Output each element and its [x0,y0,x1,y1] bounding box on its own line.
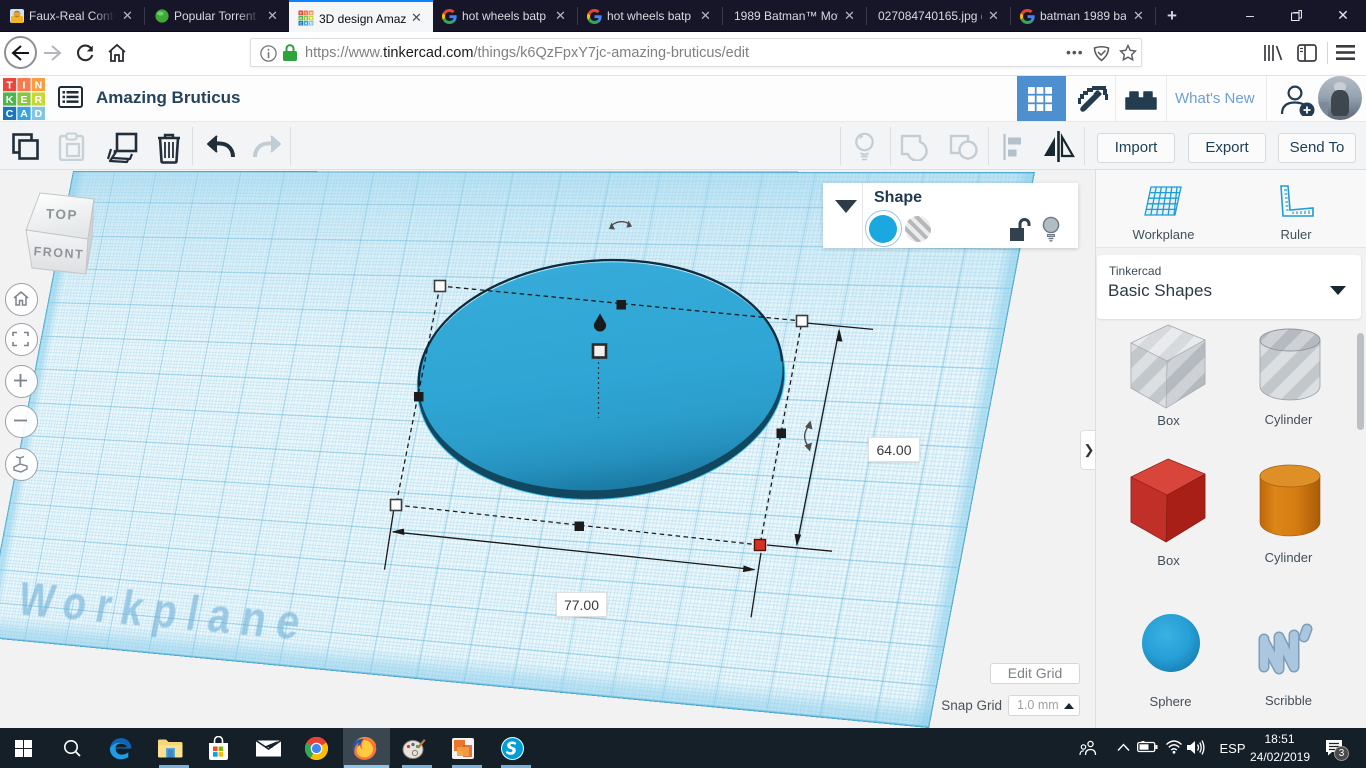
svg-text:A: A [305,21,308,25]
svg-text:I: I [23,79,26,91]
svg-text:K: K [299,16,302,20]
svg-text:R: R [35,94,43,106]
svg-text:A: A [20,108,28,120]
svg-text:C: C [299,21,302,25]
svg-text:N: N [310,11,313,15]
svg-text:R: R [310,16,313,20]
svg-text:D: D [35,108,43,120]
svg-text:N: N [35,79,43,91]
svg-text:E: E [20,94,27,106]
svg-text:I: I [306,11,307,15]
svg-text:D: D [310,21,313,25]
svg-text:K: K [6,94,14,106]
svg-text:T: T [6,79,13,91]
svg-text:C: C [6,108,14,120]
